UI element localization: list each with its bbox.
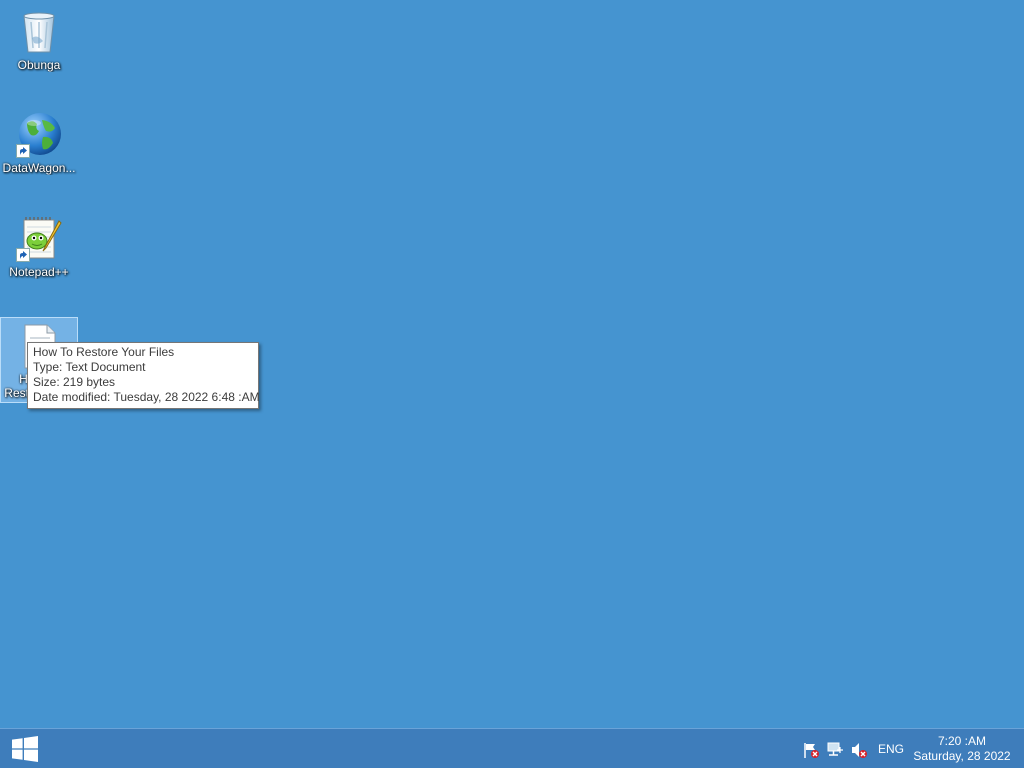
recycle-bin-icon — [15, 8, 63, 56]
tooltip-date-modified: Date modified: Tuesday, 28 2022 6:48 :AM — [33, 390, 260, 404]
notepad-plus-plus-icon — [15, 215, 63, 263]
file-info-tooltip: How To Restore Your Files Type: Text Doc… — [27, 342, 260, 409]
desktop-icon-datawagon[interactable]: DataWagon... — [0, 107, 78, 175]
shortcut-arrow-icon — [16, 144, 30, 158]
desktop-icon-label: Notepad++ — [9, 265, 69, 279]
volume-muted-icon[interactable] — [850, 741, 868, 759]
desktop-icon-notepad-plus-plus[interactable]: Notepad++ — [0, 211, 78, 279]
desktop-icon-label: DataWagon... — [2, 161, 76, 175]
desktop-icon-recycle-bin[interactable]: Obunga — [0, 4, 78, 72]
start-button[interactable] — [4, 729, 46, 768]
globe-icon — [15, 111, 63, 159]
clock-time: 7:20 :AM — [937, 734, 987, 748]
desktop[interactable]: Obunga DataWagon... Notepad++ Restore Ho… — [0, 0, 1024, 728]
shortcut-arrow-icon — [16, 248, 30, 262]
tooltip-file-name: How To Restore Your Files — [33, 345, 175, 359]
desktop-icon-label: Obunga — [17, 58, 61, 72]
tooltip-file-size: Size: 219 bytes — [33, 375, 116, 389]
action-center-flag-icon[interactable] — [802, 741, 820, 759]
taskbar-clock[interactable]: 7:20 :AM Saturday, 28 2022 — [912, 734, 1012, 764]
network-icon[interactable] — [826, 741, 844, 759]
windows-logo-icon — [12, 736, 38, 762]
tooltip-file-type: Type: Text Document — [33, 360, 146, 374]
taskbar: ENG 7:20 :AM Saturday, 28 2022 — [0, 728, 1024, 768]
clock-date: Saturday, 28 2022 — [913, 749, 1011, 763]
language-indicator[interactable]: ENG — [878, 742, 904, 756]
